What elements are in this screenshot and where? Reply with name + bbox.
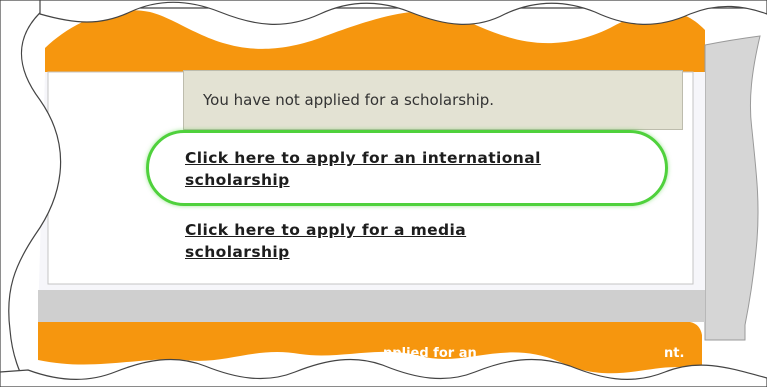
- link-line-2: scholarship: [185, 243, 290, 261]
- link-line-1: Click here to apply for an international: [185, 149, 541, 167]
- panel-shadow: [38, 290, 705, 322]
- link-line-1: Click here to apply for a media: [185, 221, 467, 239]
- torn-page-background: [0, 0, 767, 387]
- orange-header-band: [45, 10, 705, 72]
- right-shadow-strip: [704, 35, 761, 341]
- link-line-2: scholarship: [185, 171, 290, 189]
- no-scholarship-notice: You have not applied for a scholarship.: [183, 70, 683, 130]
- torn-screenshot-excerpt: You have not applied for a scholarship. …: [0, 0, 767, 387]
- apply-media-scholarship-link[interactable]: Click here to apply for a media scholars…: [185, 219, 605, 263]
- footer-banner-text: pplied for an: [383, 346, 477, 361]
- apply-international-scholarship-link[interactable]: Click here to apply for an international…: [185, 147, 660, 191]
- notice-text: You have not applied for a scholarship.: [203, 91, 495, 109]
- footer-banner-text-end: nt.: [664, 346, 685, 361]
